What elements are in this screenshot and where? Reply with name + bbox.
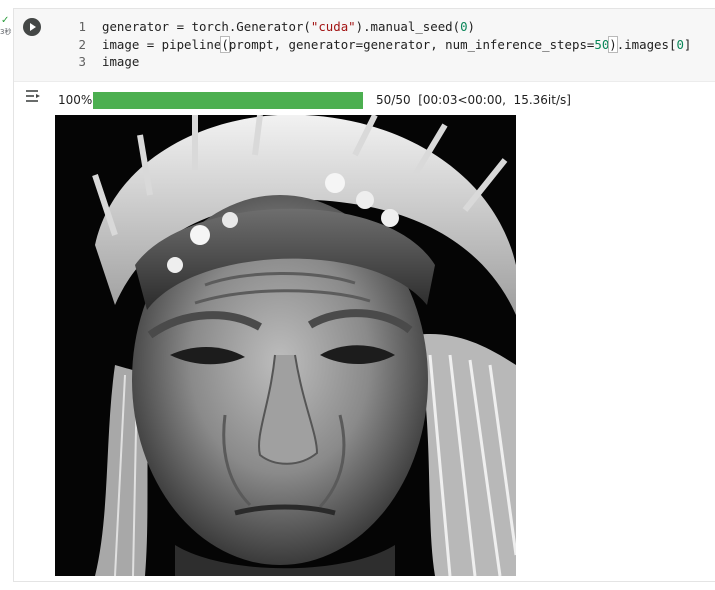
execution-status: ✓ 3秒 bbox=[0, 16, 12, 42]
generated-portrait-image bbox=[55, 115, 516, 576]
number-literal: 0 bbox=[460, 19, 468, 34]
matched-bracket: ( bbox=[220, 35, 230, 53]
notebook-page: ✓ 3秒 1 generator = torch.Generator("cuda"… bbox=[0, 0, 715, 590]
code-line: 2 image = pipeline(prompt, generator=gene… bbox=[64, 35, 692, 54]
check-icon: ✓ bbox=[1, 15, 10, 26]
number-literal: 50 bbox=[594, 36, 610, 52]
output-image bbox=[55, 115, 516, 576]
execution-time: 3秒 bbox=[0, 28, 12, 36]
number-literal: 0 bbox=[676, 36, 684, 52]
output-actions-button[interactable] bbox=[24, 88, 44, 104]
run-cell-button[interactable] bbox=[23, 18, 41, 36]
code-token: ] bbox=[683, 36, 692, 52]
line-number: 3 bbox=[78, 54, 86, 69]
line-number: 1 bbox=[78, 19, 86, 34]
play-icon bbox=[30, 23, 36, 31]
line-number: 2 bbox=[78, 36, 86, 52]
code-token: image bbox=[102, 54, 140, 69]
progress-bar bbox=[93, 92, 363, 109]
progress-percent: 100% bbox=[58, 93, 93, 107]
progress-stats: 50/50 [00:03<00:00, 15.36it/s] bbox=[376, 93, 571, 107]
string-literal: "cuda" bbox=[310, 19, 356, 34]
code-token: ) bbox=[467, 19, 476, 34]
code-token: .images[ bbox=[616, 36, 677, 52]
progress-bar-fill bbox=[93, 92, 363, 109]
code-token: generator = torch.Generator( bbox=[102, 19, 311, 34]
code-line: 3 image bbox=[64, 53, 691, 71]
code-token: prompt, generator=generator, num_inferen… bbox=[228, 36, 595, 52]
progress-output: 100% 50/50 [00:03<00:00, 15.36it/s] bbox=[58, 92, 698, 110]
code-editor[interactable]: 1 generator = torch.Generator("cuda").man… bbox=[14, 9, 715, 82]
code-token: image = pipeline bbox=[102, 36, 222, 52]
code-cell[interactable]: 1 generator = torch.Generator("cuda").man… bbox=[13, 8, 715, 582]
code-token: ).manual_seed( bbox=[355, 19, 461, 34]
matched-bracket: ) bbox=[608, 35, 618, 53]
code-lines[interactable]: 1 generator = torch.Generator("cuda").man… bbox=[64, 18, 692, 71]
output-actions-icon bbox=[26, 90, 40, 102]
code-line: 1 generator = torch.Generator("cuda").man… bbox=[64, 18, 691, 36]
